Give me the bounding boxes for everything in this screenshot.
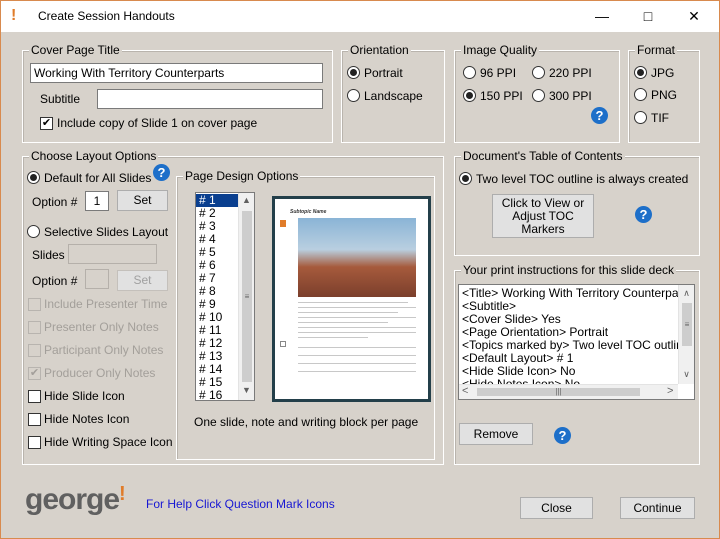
- layout-options-group-label: Choose Layout Options: [29, 149, 159, 163]
- option-number-label: Option #: [32, 195, 78, 209]
- orientation-group-label: Orientation: [348, 43, 411, 57]
- presenter-only-notes-label: Presenter Only Notes: [44, 320, 159, 334]
- toc-group-label: Document's Table of Contents: [461, 149, 625, 163]
- create-session-handouts-window: ! Create Session Handouts — □ ✕ Cover Pa…: [0, 0, 720, 539]
- close-button[interactable]: Close: [520, 497, 593, 519]
- producer-only-notes-checkbox[interactable]: ✔: [28, 367, 41, 380]
- maximize-button[interactable]: □: [625, 1, 671, 32]
- ppi-150-label: 150 PPI: [480, 89, 523, 103]
- scroll-thumb[interactable]: ≡: [242, 211, 252, 382]
- instructions-help-icon[interactable]: ?: [554, 427, 571, 444]
- participant-only-notes-checkbox[interactable]: [28, 344, 41, 357]
- instructions-vscrollbar[interactable]: ∧ ≡ ∨: [678, 285, 694, 384]
- instructions-scroll-right-icon[interactable]: >: [667, 385, 673, 397]
- toc-help-icon[interactable]: ?: [635, 206, 652, 223]
- close-window-button[interactable]: ✕: [671, 1, 717, 32]
- png-radio[interactable]: [634, 88, 647, 101]
- landscape-label: Landscape: [364, 89, 423, 103]
- cover-title-input[interactable]: Working With Territory Counterparts: [30, 63, 323, 83]
- subtitle-label: Subtitle: [40, 92, 81, 106]
- include-slide1-checkbox[interactable]: ✔: [40, 117, 53, 130]
- instructions-hscrollbar[interactable]: < ||| >: [459, 384, 678, 399]
- ppi-150-radio[interactable]: [463, 89, 476, 102]
- help-link[interactable]: For Help Click Question Mark Icons: [146, 497, 335, 511]
- page-design-caption: One slide, note and writing block per pa…: [194, 415, 419, 429]
- window-title: Create Session Handouts: [38, 9, 175, 23]
- instructions-group-label: Your print instructions for this slide d…: [461, 263, 676, 277]
- page-design-scrollbar[interactable]: ▲ ≡ ▼: [238, 193, 254, 400]
- include-slide1-label: Include copy of Slide 1 on cover page: [57, 116, 258, 130]
- set-option-2-button[interactable]: Set: [117, 270, 168, 291]
- portrait-label: Portrait: [364, 66, 403, 80]
- instructions-scroll-up-icon[interactable]: ∧: [679, 288, 694, 299]
- logo-exclamation-icon: !: [119, 483, 126, 505]
- preview-slide-icon: [280, 220, 286, 227]
- scroll-down-arrow-icon[interactable]: ▼: [239, 385, 254, 395]
- remove-button[interactable]: Remove: [459, 423, 533, 445]
- instructions-hscroll-thumb[interactable]: |||: [477, 388, 640, 396]
- include-presenter-time-label: Include Presenter Time: [44, 297, 168, 311]
- logo-text: george: [25, 483, 120, 516]
- hide-writing-space-icon-checkbox[interactable]: [28, 436, 41, 449]
- slides-label: Slides: [32, 248, 65, 262]
- page-design-item[interactable]: # 16: [196, 389, 238, 401]
- ppi-300-label: 300 PPI: [549, 89, 592, 103]
- app-exclamation-icon: !: [11, 7, 17, 24]
- cover-page-group-label: Cover Page Title: [29, 43, 122, 57]
- hide-writing-space-icon-label: Hide Writing Space Icon: [44, 435, 173, 449]
- slides-input[interactable]: [68, 244, 157, 264]
- selective-slides-label: Selective Slides Layout: [44, 225, 169, 239]
- hide-notes-icon-checkbox[interactable]: [28, 413, 41, 426]
- jpg-radio[interactable]: [634, 66, 647, 79]
- option-number-2-label: Option #: [32, 274, 78, 288]
- portrait-radio[interactable]: [347, 66, 360, 79]
- hide-slide-icon-checkbox[interactable]: [28, 390, 41, 403]
- instructions-vscroll-thumb[interactable]: ≡: [682, 303, 692, 346]
- image-quality-group-label: Image Quality: [461, 43, 540, 57]
- option-number-2-input[interactable]: [85, 269, 109, 289]
- scroll-up-arrow-icon[interactable]: ▲: [239, 195, 254, 205]
- option-number-input[interactable]: 1: [85, 191, 109, 211]
- hide-slide-icon-label: Hide Slide Icon: [44, 389, 125, 403]
- instructions-textarea[interactable]: <Title> Working With Territory Counterpa…: [458, 284, 695, 400]
- ppi-300-radio[interactable]: [532, 89, 545, 102]
- ppi-220-label: 220 PPI: [549, 66, 592, 80]
- jpg-label: JPG: [651, 66, 675, 80]
- landscape-radio[interactable]: [347, 89, 360, 102]
- minimize-button[interactable]: —: [579, 1, 625, 32]
- subtitle-input[interactable]: [97, 89, 323, 109]
- preview-slide-photo: [298, 218, 416, 297]
- george-logo: george!: [25, 483, 126, 517]
- page-design-group-label: Page Design Options: [183, 169, 301, 183]
- selective-slides-radio[interactable]: [27, 225, 40, 238]
- default-all-slides-label: Default for All Slides: [44, 171, 152, 185]
- two-level-toc-label: Two level TOC outline is always created: [476, 172, 689, 186]
- tif-radio[interactable]: [634, 111, 647, 124]
- default-all-slides-radio[interactable]: [27, 171, 40, 184]
- png-label: PNG: [651, 88, 678, 102]
- continue-button[interactable]: Continue: [620, 497, 695, 519]
- preview-heading: Subtopic Name: [290, 209, 327, 215]
- hide-notes-icon-label: Hide Notes Icon: [44, 412, 130, 426]
- page-design-listbox[interactable]: # 1 # 2 # 3 # 4 # 5 # 6 # 7 # 8 # 9 # 10 # 11 # 12 #…: [195, 192, 255, 401]
- two-level-toc-radio[interactable]: [459, 172, 472, 185]
- page-design-preview: Subtopic Name: [272, 196, 431, 402]
- set-option-button[interactable]: Set: [117, 190, 168, 211]
- participant-only-notes-label: Participant Only Notes: [44, 343, 164, 357]
- instructions-scroll-left-icon[interactable]: <: [462, 385, 468, 397]
- ppi-96-radio[interactable]: [463, 66, 476, 79]
- view-toc-markers-button[interactable]: Click to View or Adjust TOC Markers: [492, 194, 594, 238]
- ppi-220-radio[interactable]: [532, 66, 545, 79]
- presenter-only-notes-checkbox[interactable]: [28, 321, 41, 334]
- ppi-96-label: 96 PPI: [480, 66, 517, 80]
- producer-only-notes-label: Producer Only Notes: [44, 366, 156, 380]
- preview-writing-icon: [280, 341, 286, 347]
- tif-label: TIF: [651, 111, 669, 125]
- instructions-scroll-down-icon[interactable]: ∨: [679, 369, 694, 380]
- title-bar: ! Create Session Handouts — □ ✕: [1, 1, 719, 32]
- include-presenter-time-checkbox[interactable]: [28, 298, 41, 311]
- format-group-label: Format: [635, 43, 678, 57]
- image-quality-help-icon[interactable]: ?: [591, 107, 608, 124]
- layout-help-icon[interactable]: ?: [153, 164, 170, 181]
